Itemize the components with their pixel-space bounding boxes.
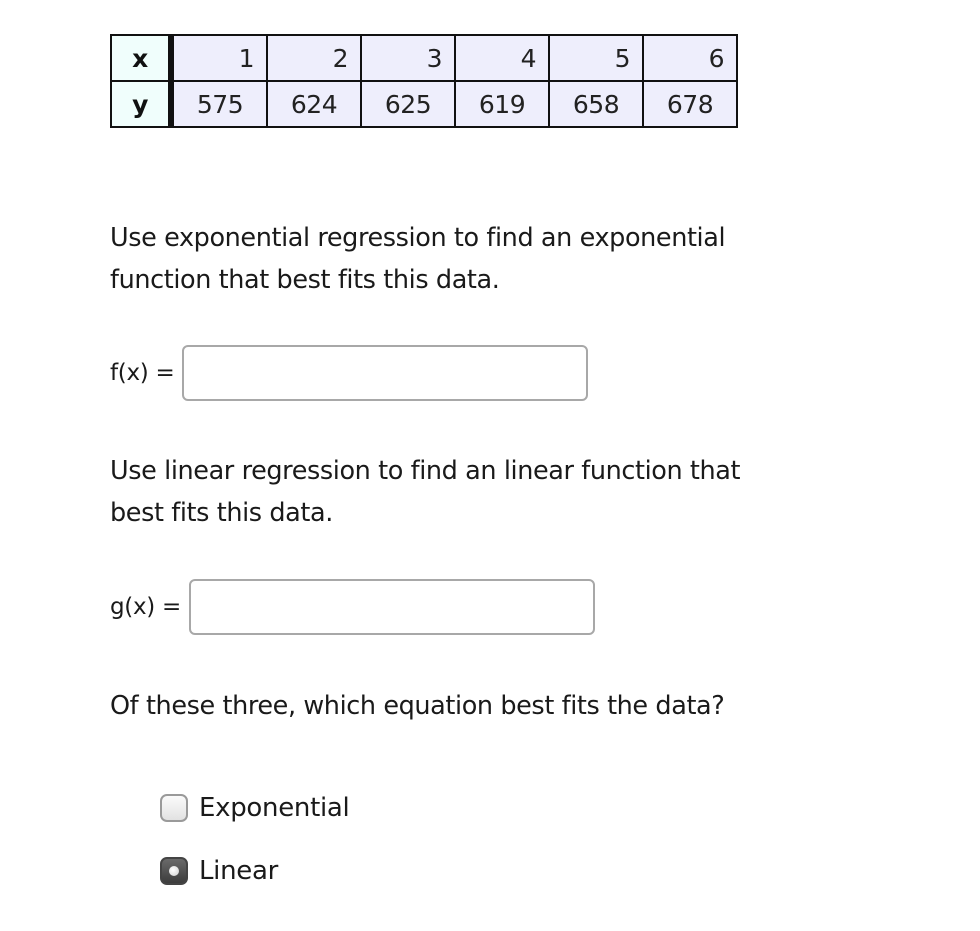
choice-exponential[interactable]: Exponential — [160, 793, 350, 823]
y-value-cell: 619 — [454, 80, 550, 128]
x-value-cell: 4 — [454, 34, 550, 82]
x-value-cell: 3 — [360, 34, 456, 82]
fx-label: f(x) = — [110, 360, 175, 386]
x-row: x 1 2 3 4 5 6 — [110, 34, 738, 82]
linear-prompt: Use linear regression to find an linear … — [110, 450, 741, 534]
y-value-cell: 658 — [548, 80, 644, 128]
gx-input[interactable] — [188, 579, 595, 635]
y-value-cell: 625 — [360, 80, 456, 128]
selected-dot-icon — [169, 866, 179, 876]
gx-answer-row: g(x) = — [110, 579, 595, 635]
x-value-cell: 5 — [548, 34, 644, 82]
fx-answer-row: f(x) = — [110, 345, 589, 401]
y-value-cell: 678 — [642, 80, 738, 128]
exponential-prompt-line-2: function that best fits this data. — [110, 265, 500, 295]
checked-radio-icon[interactable] — [160, 857, 188, 885]
data-table: x 1 2 3 4 5 6 y 575 624 625 619 658 678 — [110, 34, 738, 128]
y-row: y 575 624 625 619 658 678 — [110, 80, 738, 128]
y-value-cell: 575 — [170, 80, 268, 128]
linear-prompt-line-2: best fits this data. — [110, 498, 333, 528]
fx-input[interactable] — [182, 345, 589, 401]
y-header: y — [110, 80, 174, 128]
exponential-prompt-line-1: Use exponential regression to find an ex… — [110, 223, 726, 253]
exponential-prompt: Use exponential regression to find an ex… — [110, 217, 726, 301]
x-value-cell: 1 — [170, 34, 268, 82]
linear-prompt-line-1: Use linear regression to find an linear … — [110, 456, 741, 486]
choice-label: Linear — [199, 856, 279, 886]
best-fit-prompt: Of these three, which equation best fits… — [110, 691, 725, 721]
unchecked-radio-icon[interactable] — [160, 794, 188, 822]
x-value-cell: 6 — [642, 34, 738, 82]
y-value-cell: 624 — [266, 80, 362, 128]
x-header: x — [110, 34, 174, 82]
choice-label: Exponential — [199, 793, 350, 823]
gx-label: g(x) = — [110, 594, 181, 620]
x-value-cell: 2 — [266, 34, 362, 82]
choice-linear[interactable]: Linear — [160, 856, 278, 886]
